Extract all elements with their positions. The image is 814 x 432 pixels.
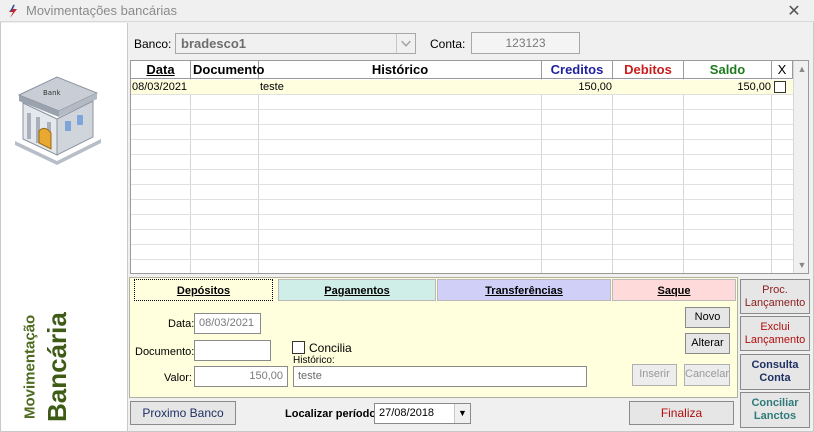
column-header-debitos[interactable]: Debitos xyxy=(613,61,684,79)
finaliza-button[interactable]: Finaliza xyxy=(629,401,734,425)
valor-label: Valor: xyxy=(164,372,192,384)
grid-scrollbar[interactable]: ▲ ▼ xyxy=(793,61,808,273)
column-header-documento[interactable]: Documento xyxy=(191,61,265,79)
column-header-data[interactable]: Data xyxy=(131,61,191,79)
consulta-conta-line2: Conta xyxy=(759,372,791,384)
movements-grid[interactable]: Data Documento Histórico Creditos Debito… xyxy=(130,60,809,274)
tab-transferencias[interactable]: Transferências xyxy=(437,279,611,301)
bank-logo-text: Bank xyxy=(43,89,62,97)
app-icon xyxy=(9,4,17,18)
tab-pagamentos[interactable]: Pagamentos xyxy=(278,279,436,301)
conta-label: Conta: xyxy=(430,37,466,51)
cell-creditos: 150,00 xyxy=(578,81,612,93)
exclui-lancamento-line2: Lançamento xyxy=(744,333,806,346)
exclui-lancamento-line1: Exclui xyxy=(760,320,790,333)
sidebar-title: Movimentação Bancária xyxy=(19,308,75,426)
conta-field[interactable]: 123123 xyxy=(471,32,580,54)
column-header-saldo[interactable]: Saldo xyxy=(684,61,772,79)
cancelar-button[interactable]: Cancelar xyxy=(684,364,730,386)
sidebar-title-line2: Bancária xyxy=(42,312,72,422)
concilia-checkbox[interactable] xyxy=(292,341,305,354)
column-header-historico[interactable]: Histórico xyxy=(259,61,542,79)
sidebar-title-line1: Movimentação xyxy=(21,314,39,420)
proc-lancamento-line2: Lançamento xyxy=(744,296,806,309)
proximo-banco-button[interactable]: Proximo Banco xyxy=(130,401,236,425)
cell-debitos xyxy=(613,80,683,94)
historico-label: Histórico: xyxy=(293,355,335,366)
tab-saque[interactable]: Saque xyxy=(612,279,736,301)
historico-field[interactable]: teste xyxy=(293,366,587,387)
scroll-up-icon[interactable]: ▲ xyxy=(794,61,808,77)
documento-field[interactable] xyxy=(194,340,271,361)
table-row[interactable]: 08/03/2021 teste 150,00 150,00 xyxy=(131,80,793,94)
periodo-select[interactable]: 27/08/2018 ▼ xyxy=(374,403,471,424)
consulta-conta-button[interactable]: Consulta Conta xyxy=(740,354,810,390)
grid-header: Data Documento Histórico Creditos Debito… xyxy=(131,61,793,79)
conciliar-lanctos-line2: Lanctos xyxy=(753,410,797,422)
window-title: Movimentações bancárias xyxy=(26,3,178,18)
banco-label: Banco: xyxy=(134,37,172,51)
proc-lancamento-line1: Proc. xyxy=(762,283,788,296)
localizar-periodo-label: Localizar período: xyxy=(285,408,380,420)
cell-documento xyxy=(193,80,257,94)
conciliar-lanctos-button[interactable]: Conciliar Lanctos xyxy=(740,392,810,428)
alterar-button[interactable]: Alterar xyxy=(685,333,730,354)
close-icon[interactable]: ✕ xyxy=(774,0,814,21)
periodo-value: 27/08/2018 xyxy=(379,407,435,419)
exclui-lancamento-button[interactable]: Exclui Lançamento xyxy=(740,316,810,351)
chevron-down-icon[interactable]: ▼ xyxy=(454,404,470,423)
novo-button[interactable]: Novo xyxy=(685,307,730,328)
left-panel: Bank Movimentação Bancária xyxy=(1,23,128,431)
cell-saldo: 150,00 xyxy=(737,81,771,93)
banco-select[interactable]: bradesco1 xyxy=(175,33,416,54)
valor-field[interactable]: 150,00 xyxy=(194,366,288,387)
inserir-button[interactable]: Inserir xyxy=(632,364,677,386)
chevron-down-icon[interactable] xyxy=(396,34,415,53)
scroll-down-icon[interactable]: ▼ xyxy=(794,257,808,273)
tab-depositos[interactable]: Depósitos xyxy=(134,279,273,301)
bank-building-icon: Bank xyxy=(15,76,101,165)
documento-label: Documento: xyxy=(135,346,195,358)
column-header-creditos[interactable]: Creditos xyxy=(542,61,613,79)
conciliar-lanctos-line1: Conciliar xyxy=(751,397,799,409)
data-label: Data: xyxy=(168,318,195,330)
cell-historico: teste xyxy=(260,81,284,93)
column-header-x[interactable]: X xyxy=(772,61,793,79)
data-field[interactable]: 08/03/2021 xyxy=(194,313,261,334)
cell-data: 08/03/2021 xyxy=(132,81,188,93)
row-checkbox[interactable] xyxy=(774,81,786,93)
proc-lancamento-button[interactable]: Proc. Lançamento xyxy=(740,279,810,314)
concilia-label: Concilia xyxy=(309,341,352,355)
banco-value: bradesco1 xyxy=(181,36,247,51)
consulta-conta-line1: Consulta xyxy=(751,359,799,371)
